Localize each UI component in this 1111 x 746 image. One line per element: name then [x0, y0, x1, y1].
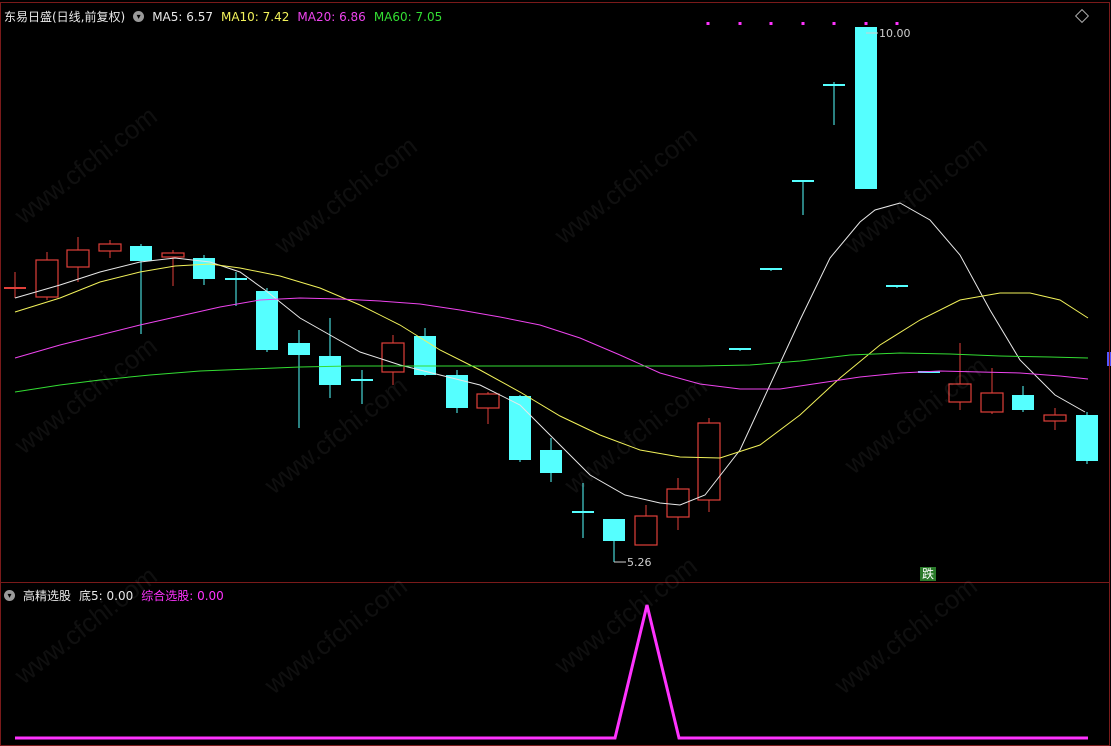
candle-body — [476, 393, 500, 409]
candle[interactable] — [351, 370, 373, 404]
signal-dot — [832, 22, 836, 25]
signal-dot — [864, 22, 868, 25]
candle-body — [1043, 414, 1067, 422]
candle-body — [823, 84, 845, 86]
candle[interactable] — [35, 252, 59, 300]
candle-body — [98, 243, 122, 252]
signal-dot — [706, 22, 710, 25]
signal-dot — [895, 22, 899, 25]
candle-body — [948, 383, 972, 403]
candle-body — [66, 249, 90, 268]
candle-body — [760, 268, 782, 270]
candle[interactable] — [855, 27, 877, 189]
candle[interactable] — [1076, 412, 1098, 464]
candlestick-chart[interactable]: 10.00 5.26 — [0, 0, 1111, 582]
indicator-chart[interactable] — [0, 583, 1111, 745]
candle[interactable] — [948, 343, 972, 410]
candle-body — [4, 287, 26, 289]
candle[interactable] — [572, 483, 594, 538]
candle-body — [225, 278, 247, 280]
candle-body — [351, 379, 373, 381]
candle[interactable] — [193, 255, 215, 285]
candle[interactable] — [603, 519, 625, 562]
indicator-line — [15, 604, 1088, 740]
ma10-line — [14, 263, 1089, 459]
candle-body — [886, 285, 908, 287]
candle-body — [319, 356, 341, 385]
candle-body — [130, 246, 152, 261]
candle-body — [603, 519, 625, 541]
main-chart-panel[interactable]: 东易日盛(日线,前复权) ▾ MA5: 6.57 MA10: 7.42 MA20… — [0, 0, 1111, 582]
candle[interactable] — [792, 180, 814, 215]
candle-body — [980, 392, 1004, 413]
candle-body — [161, 252, 185, 258]
candle-body — [446, 375, 468, 408]
candle[interactable] — [697, 418, 721, 512]
indicator-panel[interactable]: ▾ 高精选股 底5: 0.00 综合选股: 0.00 — [0, 583, 1111, 745]
candle[interactable] — [1043, 408, 1067, 430]
candle-body — [1012, 395, 1034, 410]
candle-body — [1076, 415, 1098, 461]
candle[interactable] — [980, 368, 1004, 414]
candle[interactable] — [225, 272, 247, 306]
candle[interactable] — [130, 244, 152, 334]
candle[interactable] — [414, 328, 436, 376]
candle-body — [634, 515, 658, 546]
candle[interactable] — [760, 268, 782, 271]
high-price-label: 10.00 — [879, 27, 911, 40]
signal-dot — [738, 22, 742, 25]
candle-body — [572, 511, 594, 513]
candle[interactable] — [886, 285, 908, 288]
candle[interactable] — [446, 370, 468, 413]
candle[interactable] — [476, 392, 500, 424]
ma20-line — [14, 297, 1089, 390]
candle[interactable] — [288, 330, 310, 428]
candle-body — [855, 27, 877, 189]
candle[interactable] — [98, 240, 122, 258]
candle[interactable] — [540, 438, 562, 482]
candle[interactable] — [66, 237, 90, 282]
candle[interactable] — [823, 82, 845, 125]
candle[interactable] — [634, 505, 658, 546]
candle[interactable] — [1012, 386, 1034, 412]
candle-body — [697, 422, 721, 501]
candle-body — [288, 343, 310, 355]
low-price-label: 5.26 — [627, 556, 652, 569]
candle[interactable] — [319, 318, 341, 398]
signal-dot — [769, 22, 773, 25]
candle[interactable] — [4, 272, 26, 298]
candle-body — [381, 342, 405, 373]
candle[interactable] — [729, 348, 751, 351]
candle-body — [729, 348, 751, 350]
candle-body — [792, 180, 814, 182]
die-badge: 跌 — [920, 567, 937, 581]
candle-body — [540, 450, 562, 473]
signal-dot — [801, 22, 805, 25]
signal-dots — [706, 22, 899, 25]
